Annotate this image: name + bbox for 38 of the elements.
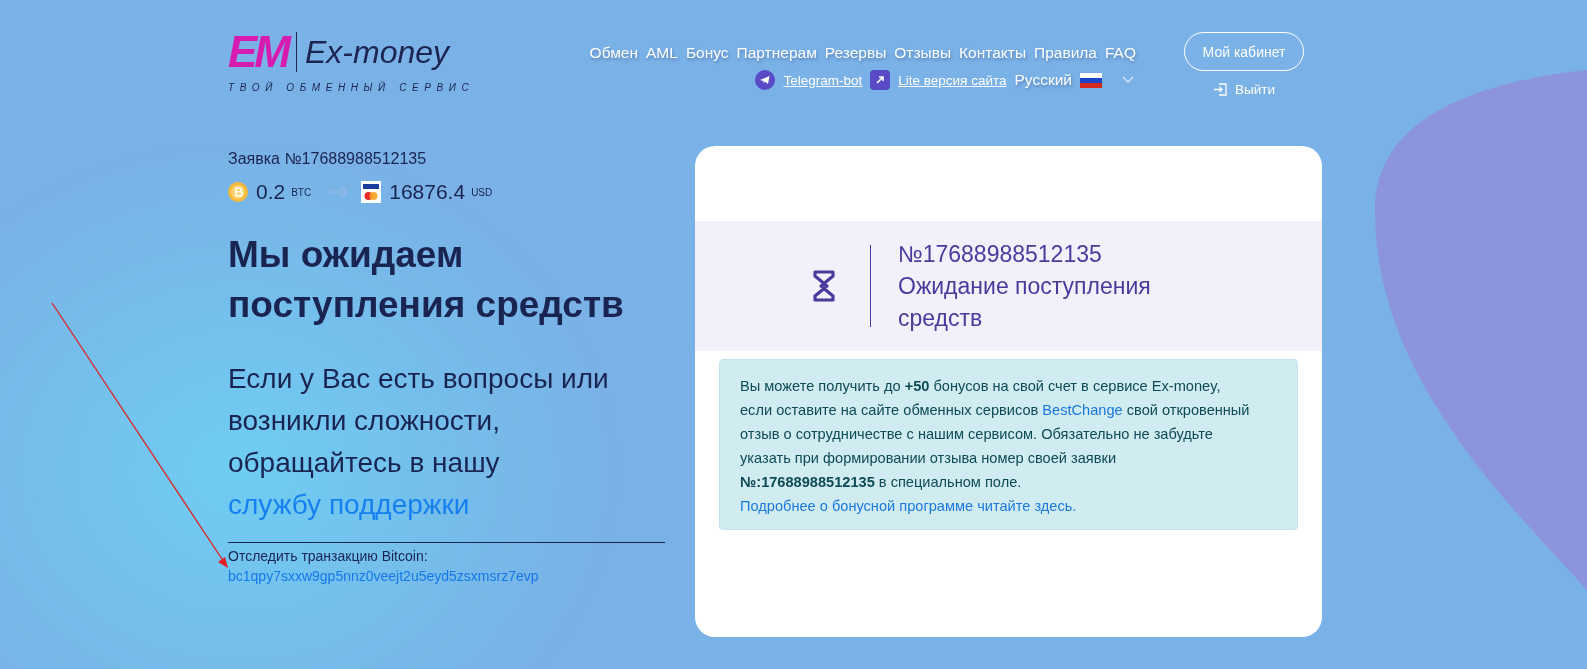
arrow-right-icon	[325, 186, 348, 198]
get-currency: USD	[471, 186, 493, 198]
order-title: Заявка №17688988512135	[228, 150, 428, 168]
external-link-icon[interactable]	[870, 70, 891, 90]
logout-link[interactable]: Выйти	[1235, 82, 1275, 97]
lite-version-link[interactable]: Lite версия сайта	[898, 72, 1007, 88]
nav-link[interactable]: AML	[646, 44, 678, 62]
page-heading: Мы ожидаем поступления средств	[228, 233, 625, 327]
bonus-notice: Вы можете получить до +50 бонусов на свой счет в сервисе Ex-money, если оставите на сайте обменных сервисов BestChange свой откровенный отзыв о сотрудничестве с нашим сервисом. Обязательно не забудьте указать при формировании отзыва номер своей заявки №:17688988512135 в специальном поле. Подробнее о бонусной программе читайте здесь.	[719, 359, 1298, 530]
language-selector[interactable]: Русский	[1014, 71, 1072, 89]
telegram-bot-link[interactable]: Telegram-bot	[783, 72, 863, 88]
logo-tagline: ТВОЙ ОБМЕННЫЙ СЕРВИС	[228, 82, 476, 93]
track-label: Отследить транзакцию Bitcoin:	[228, 548, 429, 564]
give-amount: 0.2	[256, 180, 286, 204]
logo-name[interactable]: Ex-money	[305, 33, 450, 71]
nav-link[interactable]: Отзывы	[894, 44, 952, 62]
support-link[interactable]: службу поддержки	[228, 489, 470, 520]
give-currency: BTC	[291, 186, 312, 198]
logo-mark[interactable]: EM	[228, 30, 288, 74]
nav-link[interactable]: Контакты	[959, 44, 1027, 62]
nav-link[interactable]: Правила	[1034, 44, 1097, 62]
bonus-link[interactable]: BestChange	[1042, 402, 1123, 418]
bonus-link[interactable]: Подробнее о бонусной программе читайте здесь.	[740, 498, 1077, 514]
nav-link[interactable]: Обмен	[589, 44, 638, 62]
hourglass-icon	[813, 270, 835, 302]
support-paragraph: Если у Вас есть вопросы или возникли сложности, обращайтесь в нашу службу поддержки	[228, 362, 610, 522]
status-number: №17688988512135	[898, 240, 1103, 269]
nav-link[interactable]: Бонус	[685, 44, 729, 62]
status-text: Ожидание поступления средств	[898, 272, 1152, 333]
transaction-link[interactable]: bc1qpy7sxxw9gp5nnz0veejt2u5eyd5zsxmsrz7evp	[228, 568, 665, 584]
nav-link[interactable]: FAQ	[1105, 44, 1136, 62]
nav-link[interactable]: Партнерам	[736, 44, 817, 62]
visa-mastercard-icon	[361, 181, 382, 203]
russia-flag-icon	[1080, 72, 1102, 88]
nav-link[interactable]: Резервы	[824, 44, 887, 62]
telegram-icon[interactable]	[755, 70, 776, 90]
bitcoin-icon	[228, 182, 248, 202]
get-amount: 16876.4	[389, 180, 466, 204]
